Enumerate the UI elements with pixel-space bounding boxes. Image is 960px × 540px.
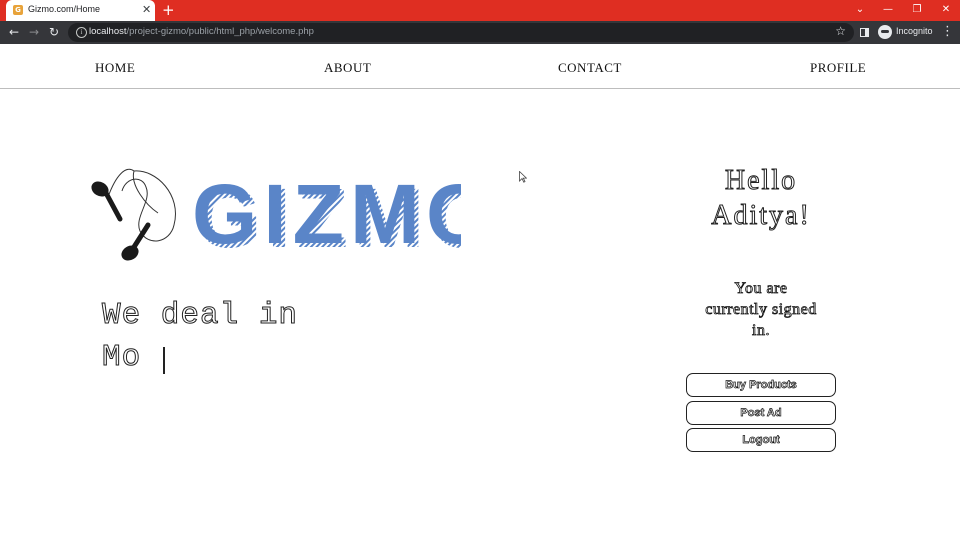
bookmark-star-icon[interactable]: ☆ [835,24,846,38]
post-ad-button[interactable]: Post Ad [686,401,836,425]
mouse-pointer-icon [519,171,527,183]
back-icon[interactable]: ← [5,24,23,42]
reload-icon[interactable]: ↻ [45,24,63,42]
earphones-icon: GIZMO GIZMO [91,167,495,265]
forward-icon[interactable]: → [25,24,43,42]
site-navbar: HOME ABOUT CONTACT PROFILE [0,44,960,89]
nav-contact-link[interactable]: CONTACT [558,60,622,76]
greeting: Hello Aditya! [680,163,842,233]
browser-toolbar: ← → ↻ i localhost/project-gizmo/public/h… [0,21,960,44]
incognito-icon [878,25,892,39]
url-text[interactable]: localhost/project-gizmo/public/html_php/… [89,26,314,37]
browser-menu-icon[interactable]: ⋮ [941,24,954,39]
tagline-line-1: We deal in [101,298,299,334]
nav-home-link[interactable]: HOME [95,60,135,76]
greeting-line-2: Aditya! [711,200,811,232]
tab-search-icon[interactable]: ⌄ [846,0,874,21]
side-panel-icon[interactable] [860,28,869,37]
logout-button[interactable]: Logout [686,428,836,452]
nav-about-link[interactable]: ABOUT [324,60,371,76]
status-line-1: You are [734,280,788,298]
status-line-2: currently signed [705,301,817,319]
signed-in-status: You are currently signed in. [680,278,842,341]
nav-profile-link[interactable]: PROFILE [810,60,866,76]
minimize-icon[interactable]: — [874,0,902,21]
close-window-icon[interactable]: ✕ [932,0,960,21]
gizmo-logo: GIZMO GIZMO [86,165,495,274]
browser-tab-active[interactable]: G Gizmo.com/Home ✕ [6,0,155,21]
tab-close-icon[interactable]: ✕ [142,2,151,18]
greeting-line-1: Hello [724,165,798,197]
status-line-3: in. [752,322,770,340]
new-tab-icon[interactable]: + [162,0,175,21]
typing-caret [163,347,165,374]
address-bar[interactable]: i localhost/project-gizmo/public/html_ph… [68,23,854,42]
restore-icon[interactable]: ❐ [903,0,931,21]
incognito-label: Incognito [896,26,933,36]
site-info-icon[interactable]: i [76,27,87,38]
url-host: localhost [89,26,127,37]
logo-wordmark: GIZMO [192,167,461,261]
buy-products-button[interactable]: Buy Products [686,373,836,397]
tagline-line-2: Mo [101,340,142,376]
tab-title: Gizmo.com/Home [28,4,101,14]
browser-tab-strip: G Gizmo.com/Home ✕ + ⌄ — ❐ ✕ [0,0,960,21]
url-path: /project-gizmo/public/html_php/welcome.p… [126,26,314,37]
gizmo-favicon-icon: G [13,5,23,15]
